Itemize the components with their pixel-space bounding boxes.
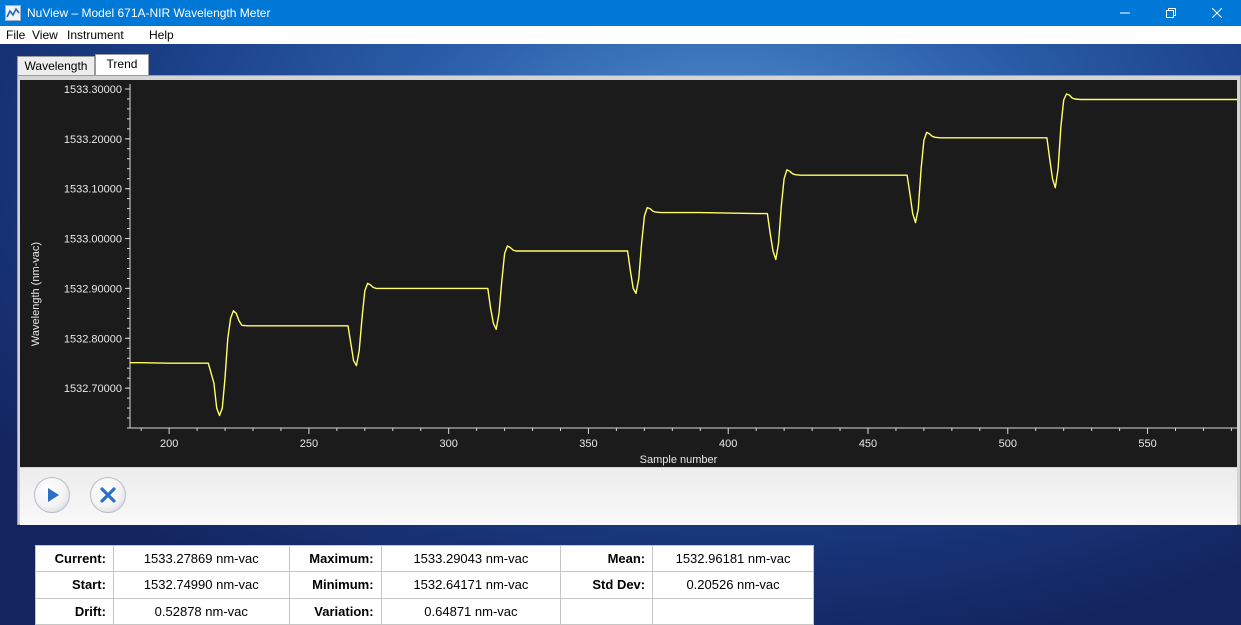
y-axis-label-wrapper: Wavelength (nm-vac) <box>30 242 42 346</box>
menu-bar: File View Instrument Help <box>0 26 1241 44</box>
tab-wavelength[interactable]: Wavelength <box>17 56 95 76</box>
title-bar: NuView – Model 671A-NIR Wavelength Meter <box>0 0 1241 26</box>
table-row: Current: 1533.27869 nm-vac Maximum: 1533… <box>35 544 814 573</box>
current-label: Current: <box>35 544 114 573</box>
table-row: Start: 1532.74990 nm-vac Minimum: 1532.6… <box>35 571 814 599</box>
wavelength-series-line <box>130 93 1237 417</box>
app-icon <box>5 5 21 21</box>
mean-label: Mean: <box>560 544 654 573</box>
maximum-value: 1533.29043 nm-vac <box>380 544 562 573</box>
empty-label-cell <box>560 597 654 625</box>
variation-value: 0.64871 nm-vac <box>380 597 562 625</box>
x-tick-label: 550 <box>1138 438 1156 450</box>
empty-value-cell <box>652 597 814 625</box>
trend-chart-svg: 1532.70000 1532.80000 1532.90000 1533.00000… <box>64 84 1237 450</box>
variation-label: Variation: <box>288 597 382 625</box>
y-tick-label: 1533.00000 <box>64 234 122 246</box>
y-axis-label: Wavelength (nm-vac) <box>30 241 42 347</box>
minimize-icon <box>1120 12 1130 14</box>
y-tick-label: 1532.80000 <box>64 333 122 345</box>
x-tick-label: 300 <box>440 438 458 450</box>
restore-button[interactable] <box>1148 0 1194 26</box>
start-button[interactable] <box>34 477 70 513</box>
restore-icon <box>1166 8 1176 18</box>
x-tick-label: 500 <box>999 438 1017 450</box>
drift-label: Drift: <box>35 597 114 625</box>
x-tick-label: 250 <box>300 438 318 450</box>
start-label: Start: <box>35 571 114 599</box>
close-window-button[interactable] <box>1194 0 1240 26</box>
close-icon <box>100 487 116 503</box>
y-tick-label: 1533.30000 <box>64 84 122 96</box>
table-row: Drift: 0.52878 nm-vac Variation: 0.64871… <box>35 597 814 625</box>
start-value: 1532.74990 nm-vac <box>112 571 290 599</box>
y-tick-label: 1532.70000 <box>64 383 122 395</box>
menu-help[interactable]: Help <box>149 28 174 42</box>
x-axis-label: Sample number <box>639 454 718 466</box>
minimize-button[interactable] <box>1102 0 1148 26</box>
current-value: 1533.27869 nm-vac <box>112 544 290 573</box>
x-tick-label: 200 <box>160 438 178 450</box>
minimum-label: Minimum: <box>288 571 382 599</box>
y-tick-label: 1533.10000 <box>64 184 122 196</box>
minimum-value: 1532.64171 nm-vac <box>380 571 562 599</box>
x-tick-label: 350 <box>579 438 597 450</box>
y-tick-label: 1532.90000 <box>64 283 122 295</box>
trend-chart: 1532.70000 1532.80000 1532.90000 1533.00000… <box>20 80 1237 467</box>
drift-value: 0.52878 nm-vac <box>112 597 290 625</box>
control-bar <box>20 468 1237 525</box>
maximum-label: Maximum: <box>288 544 382 573</box>
statistics-table: Current: 1533.27869 nm-vac Maximum: 1533… <box>35 544 814 625</box>
menu-file[interactable]: File <box>6 28 25 42</box>
stddev-label: Std Dev: <box>560 571 654 599</box>
x-tick-label: 450 <box>859 438 877 450</box>
y-tick-label: 1533.20000 <box>64 134 122 146</box>
menu-instrument[interactable]: Instrument <box>67 28 124 42</box>
stop-button[interactable] <box>90 477 126 513</box>
close-window-icon <box>1212 8 1222 18</box>
menu-view[interactable]: View <box>32 28 58 42</box>
stddev-value: 0.20526 nm-vac <box>652 571 814 599</box>
play-icon <box>48 488 59 502</box>
mean-value: 1532.96181 nm-vac <box>652 544 814 573</box>
window-title: NuView – Model 671A-NIR Wavelength Meter <box>27 6 271 20</box>
tab-trend[interactable]: Trend <box>95 54 149 76</box>
x-tick-label: 400 <box>719 438 737 450</box>
